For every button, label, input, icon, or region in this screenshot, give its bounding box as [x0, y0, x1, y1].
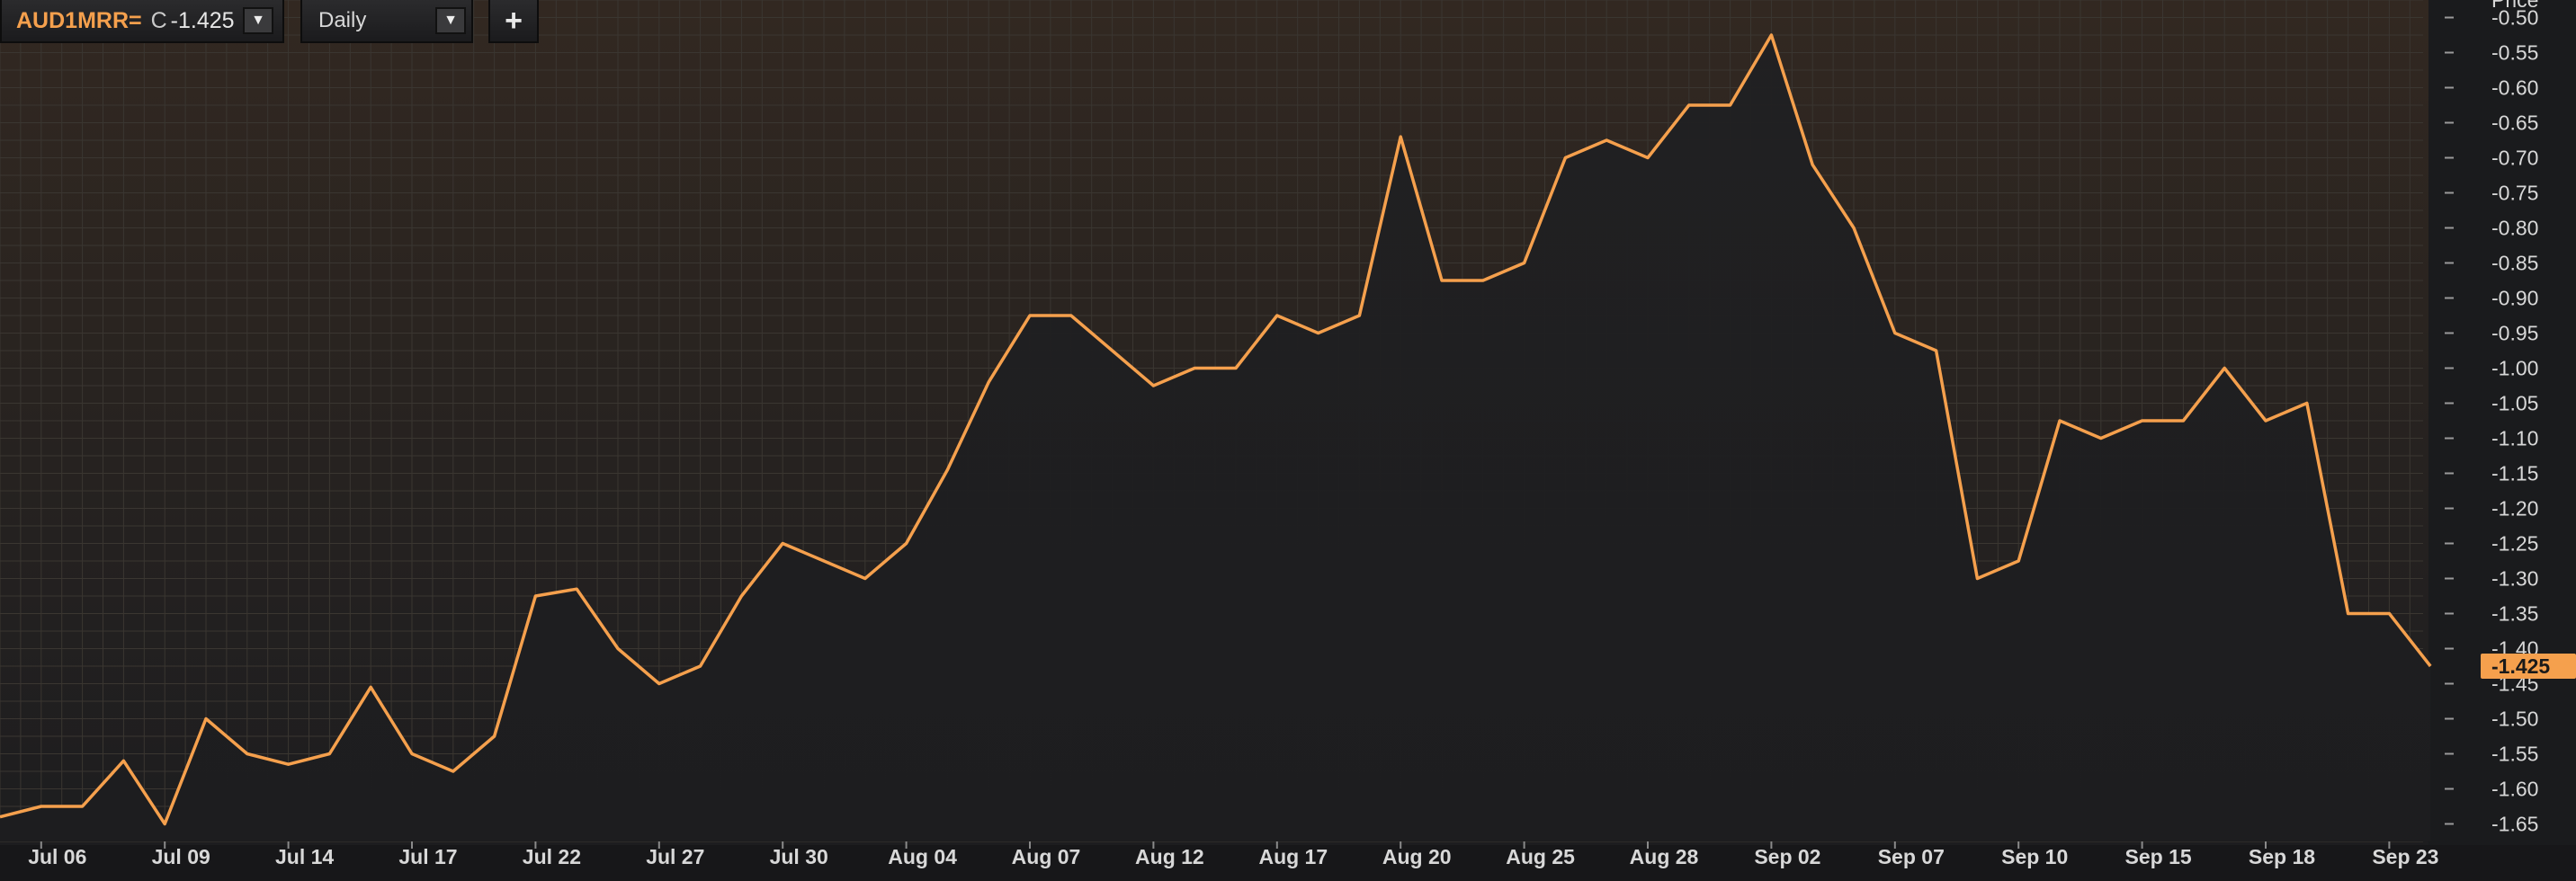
- y-tick-label: -0.55: [2491, 41, 2538, 65]
- y-tick-label: -0.85: [2491, 252, 2538, 275]
- y-tick-label: -0.95: [2491, 322, 2538, 345]
- y-tick-label: -1.30: [2491, 567, 2538, 591]
- x-tick-label: Aug 17: [1258, 845, 1328, 868]
- x-tick-label: Sep 18: [2249, 845, 2315, 868]
- symbol-selector[interactable]: AUD1MRR= C -1.425 ▼: [0, 0, 284, 43]
- x-tick-label: Jul 14: [275, 845, 334, 868]
- y-tick-label: -1.65: [2491, 813, 2538, 836]
- y-tick-label: -0.90: [2491, 287, 2538, 310]
- y-tick-label: -1.35: [2491, 602, 2538, 626]
- x-tick-label: Sep 15: [2125, 845, 2192, 868]
- x-tick-label: Jul 30: [770, 845, 828, 868]
- x-tick-label: Aug 20: [1382, 845, 1452, 868]
- x-tick-label: Aug 28: [1630, 845, 1699, 868]
- y-tick-label: -1.50: [2491, 707, 2538, 731]
- y-tick-label: -1.20: [2491, 497, 2538, 521]
- close-label: C: [150, 7, 167, 33]
- x-tick-label: Aug 07: [1012, 845, 1081, 868]
- x-tick-label: Jul 17: [398, 845, 457, 868]
- x-tick-label: Jul 22: [523, 845, 581, 868]
- y-tick-label: -1.05: [2491, 392, 2538, 415]
- x-tick-label: Aug 12: [1135, 845, 1204, 868]
- x-tick-label: Jul 09: [152, 845, 210, 868]
- price-chart[interactable]: -0.50-0.55-0.60-0.65-0.70-0.75-0.80-0.85…: [0, 0, 2576, 881]
- y-tick-label: -1.55: [2491, 743, 2538, 766]
- y-tick-label: -0.80: [2491, 217, 2538, 240]
- add-button[interactable]: +: [488, 0, 539, 43]
- x-tick-label: Sep 10: [2001, 845, 2068, 868]
- interval-label: Daily: [318, 8, 367, 32]
- y-tick-label: -1.00: [2491, 357, 2538, 380]
- y-tick-label: -0.70: [2491, 147, 2538, 170]
- chevron-down-icon[interactable]: ▼: [243, 7, 273, 34]
- y-tick-label: -0.75: [2491, 182, 2538, 205]
- x-tick-label: Jul 06: [28, 845, 86, 868]
- x-tick-label: Aug 25: [1506, 845, 1575, 868]
- x-tick-label: Aug 04: [888, 845, 957, 868]
- x-tick-label: Jul 27: [646, 845, 704, 868]
- interval-selector[interactable]: Daily ▼: [300, 0, 473, 43]
- symbol-label: AUD1MRR=: [16, 7, 142, 33]
- y-tick-label: -1.10: [2491, 427, 2538, 450]
- y-tick-label: -1.15: [2491, 462, 2538, 485]
- close-value: -1.425: [170, 7, 235, 33]
- y-tick-label: -1.60: [2491, 778, 2538, 801]
- y-tick-label: -1.25: [2491, 532, 2538, 556]
- y-tick-label: -0.60: [2491, 76, 2538, 100]
- y-tick-label: -0.65: [2491, 111, 2538, 135]
- x-tick-label: Sep 02: [1754, 845, 1820, 868]
- x-tick-label: Sep 23: [2372, 845, 2438, 868]
- x-tick-label: Sep 07: [1878, 845, 1945, 868]
- last-value-badge: -1.425: [2481, 654, 2576, 679]
- plus-icon: +: [505, 4, 523, 38]
- y-axis-title: Price: [2491, 0, 2538, 12]
- last-value-label: -1.425: [2491, 654, 2550, 678]
- chevron-down-icon[interactable]: ▼: [435, 7, 466, 34]
